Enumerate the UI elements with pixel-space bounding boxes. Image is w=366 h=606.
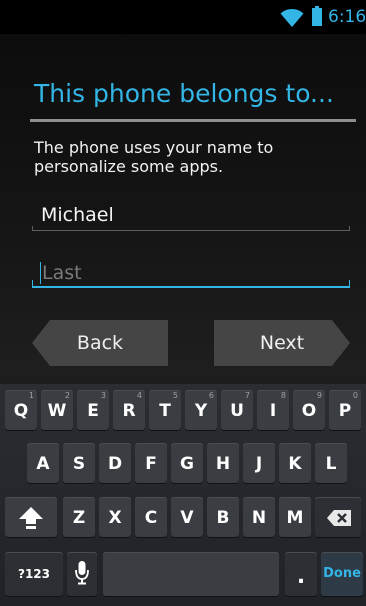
key-space[interactable]: [103, 552, 279, 596]
first-name-underline: [32, 230, 350, 231]
key-j[interactable]: J: [243, 443, 275, 483]
key-y-label: Y: [194, 401, 208, 421]
key-h[interactable]: H: [207, 443, 239, 483]
key-d[interactable]: D: [99, 443, 131, 483]
wifi-icon: [280, 6, 304, 28]
key-w-label: W: [47, 401, 67, 421]
backspace-icon: [327, 510, 351, 526]
key-k[interactable]: K: [279, 443, 311, 483]
key-n[interactable]: N: [243, 497, 275, 537]
key-voice[interactable]: [67, 552, 97, 596]
key-s[interactable]: S: [63, 443, 95, 483]
key-r[interactable]: R4: [113, 390, 145, 430]
key-done[interactable]: Done: [321, 552, 363, 596]
key-symbols[interactable]: ?123: [5, 552, 63, 596]
key-o-alt: 9: [316, 391, 322, 400]
last-name-underline: [32, 286, 350, 288]
key-period[interactable]: .: [285, 552, 317, 596]
key-backspace[interactable]: [315, 497, 361, 537]
microphone-icon: [75, 561, 89, 585]
key-y-alt: 6: [208, 391, 214, 400]
key-r-label: R: [122, 401, 136, 421]
first-name-value: Michael: [41, 204, 114, 226]
back-button[interactable]: Back: [32, 320, 168, 366]
page-title: This phone belongs to...: [34, 79, 334, 108]
key-f[interactable]: F: [135, 443, 167, 483]
key-g[interactable]: G: [171, 443, 203, 483]
key-p-alt: 0: [352, 391, 358, 400]
key-v[interactable]: V: [171, 497, 203, 537]
key-q[interactable]: Q1: [5, 390, 37, 430]
key-t-alt: 5: [172, 391, 178, 400]
key-o[interactable]: O9: [293, 390, 325, 430]
last-name-field[interactable]: Last: [32, 252, 350, 292]
key-o-label: O: [301, 401, 317, 421]
key-shift[interactable]: [5, 497, 57, 537]
key-r-alt: 4: [136, 391, 142, 400]
key-i[interactable]: I8: [257, 390, 289, 430]
shift-arrow-icon: [18, 506, 44, 530]
key-p-label: P: [338, 401, 352, 421]
key-y[interactable]: Y6: [185, 390, 217, 430]
key-q-label: Q: [13, 401, 29, 421]
key-t-label: T: [159, 401, 171, 421]
text-cursor: [40, 262, 41, 284]
key-m[interactable]: M: [279, 497, 311, 537]
key-u[interactable]: U7: [221, 390, 253, 430]
battery-icon: [312, 6, 322, 26]
key-e-alt: 3: [100, 391, 106, 400]
key-x[interactable]: X: [99, 497, 131, 537]
key-t[interactable]: T5: [149, 390, 181, 430]
first-name-field[interactable]: Michael: [32, 196, 350, 236]
key-b[interactable]: B: [207, 497, 239, 537]
key-u-label: U: [230, 401, 244, 421]
key-z[interactable]: Z: [63, 497, 95, 537]
last-name-placeholder: Last: [42, 262, 82, 284]
key-e-label: E: [87, 401, 99, 421]
first-name-tick-left: [32, 226, 33, 231]
key-q-alt: 1: [28, 391, 34, 400]
key-i-alt: 8: [280, 391, 286, 400]
key-a[interactable]: A: [27, 443, 59, 483]
first-name-tick-right: [349, 226, 350, 231]
key-c[interactable]: C: [135, 497, 167, 537]
key-w-alt: 2: [64, 391, 70, 400]
next-button[interactable]: Next: [214, 320, 350, 366]
status-bar: 6:16: [0, 0, 366, 34]
title-divider: [30, 119, 356, 122]
key-i-label: I: [269, 401, 277, 421]
status-time: 6:16: [328, 7, 366, 27]
soft-keyboard: Q1 W2 E3 R4 T5 Y6 U7 I8 O9 P0 A S D F G …: [0, 384, 366, 606]
setup-screen: 6:16 This phone belongs to... The phone …: [0, 0, 366, 606]
last-name-tick-right: [349, 280, 350, 287]
key-w[interactable]: W2: [41, 390, 73, 430]
last-name-tick-left: [32, 280, 33, 287]
key-p[interactable]: P0: [329, 390, 361, 430]
description-text: The phone uses your name to personalize …: [34, 138, 274, 176]
key-e[interactable]: E3: [77, 390, 109, 430]
key-u-alt: 7: [244, 391, 250, 400]
key-l[interactable]: L: [315, 443, 347, 483]
